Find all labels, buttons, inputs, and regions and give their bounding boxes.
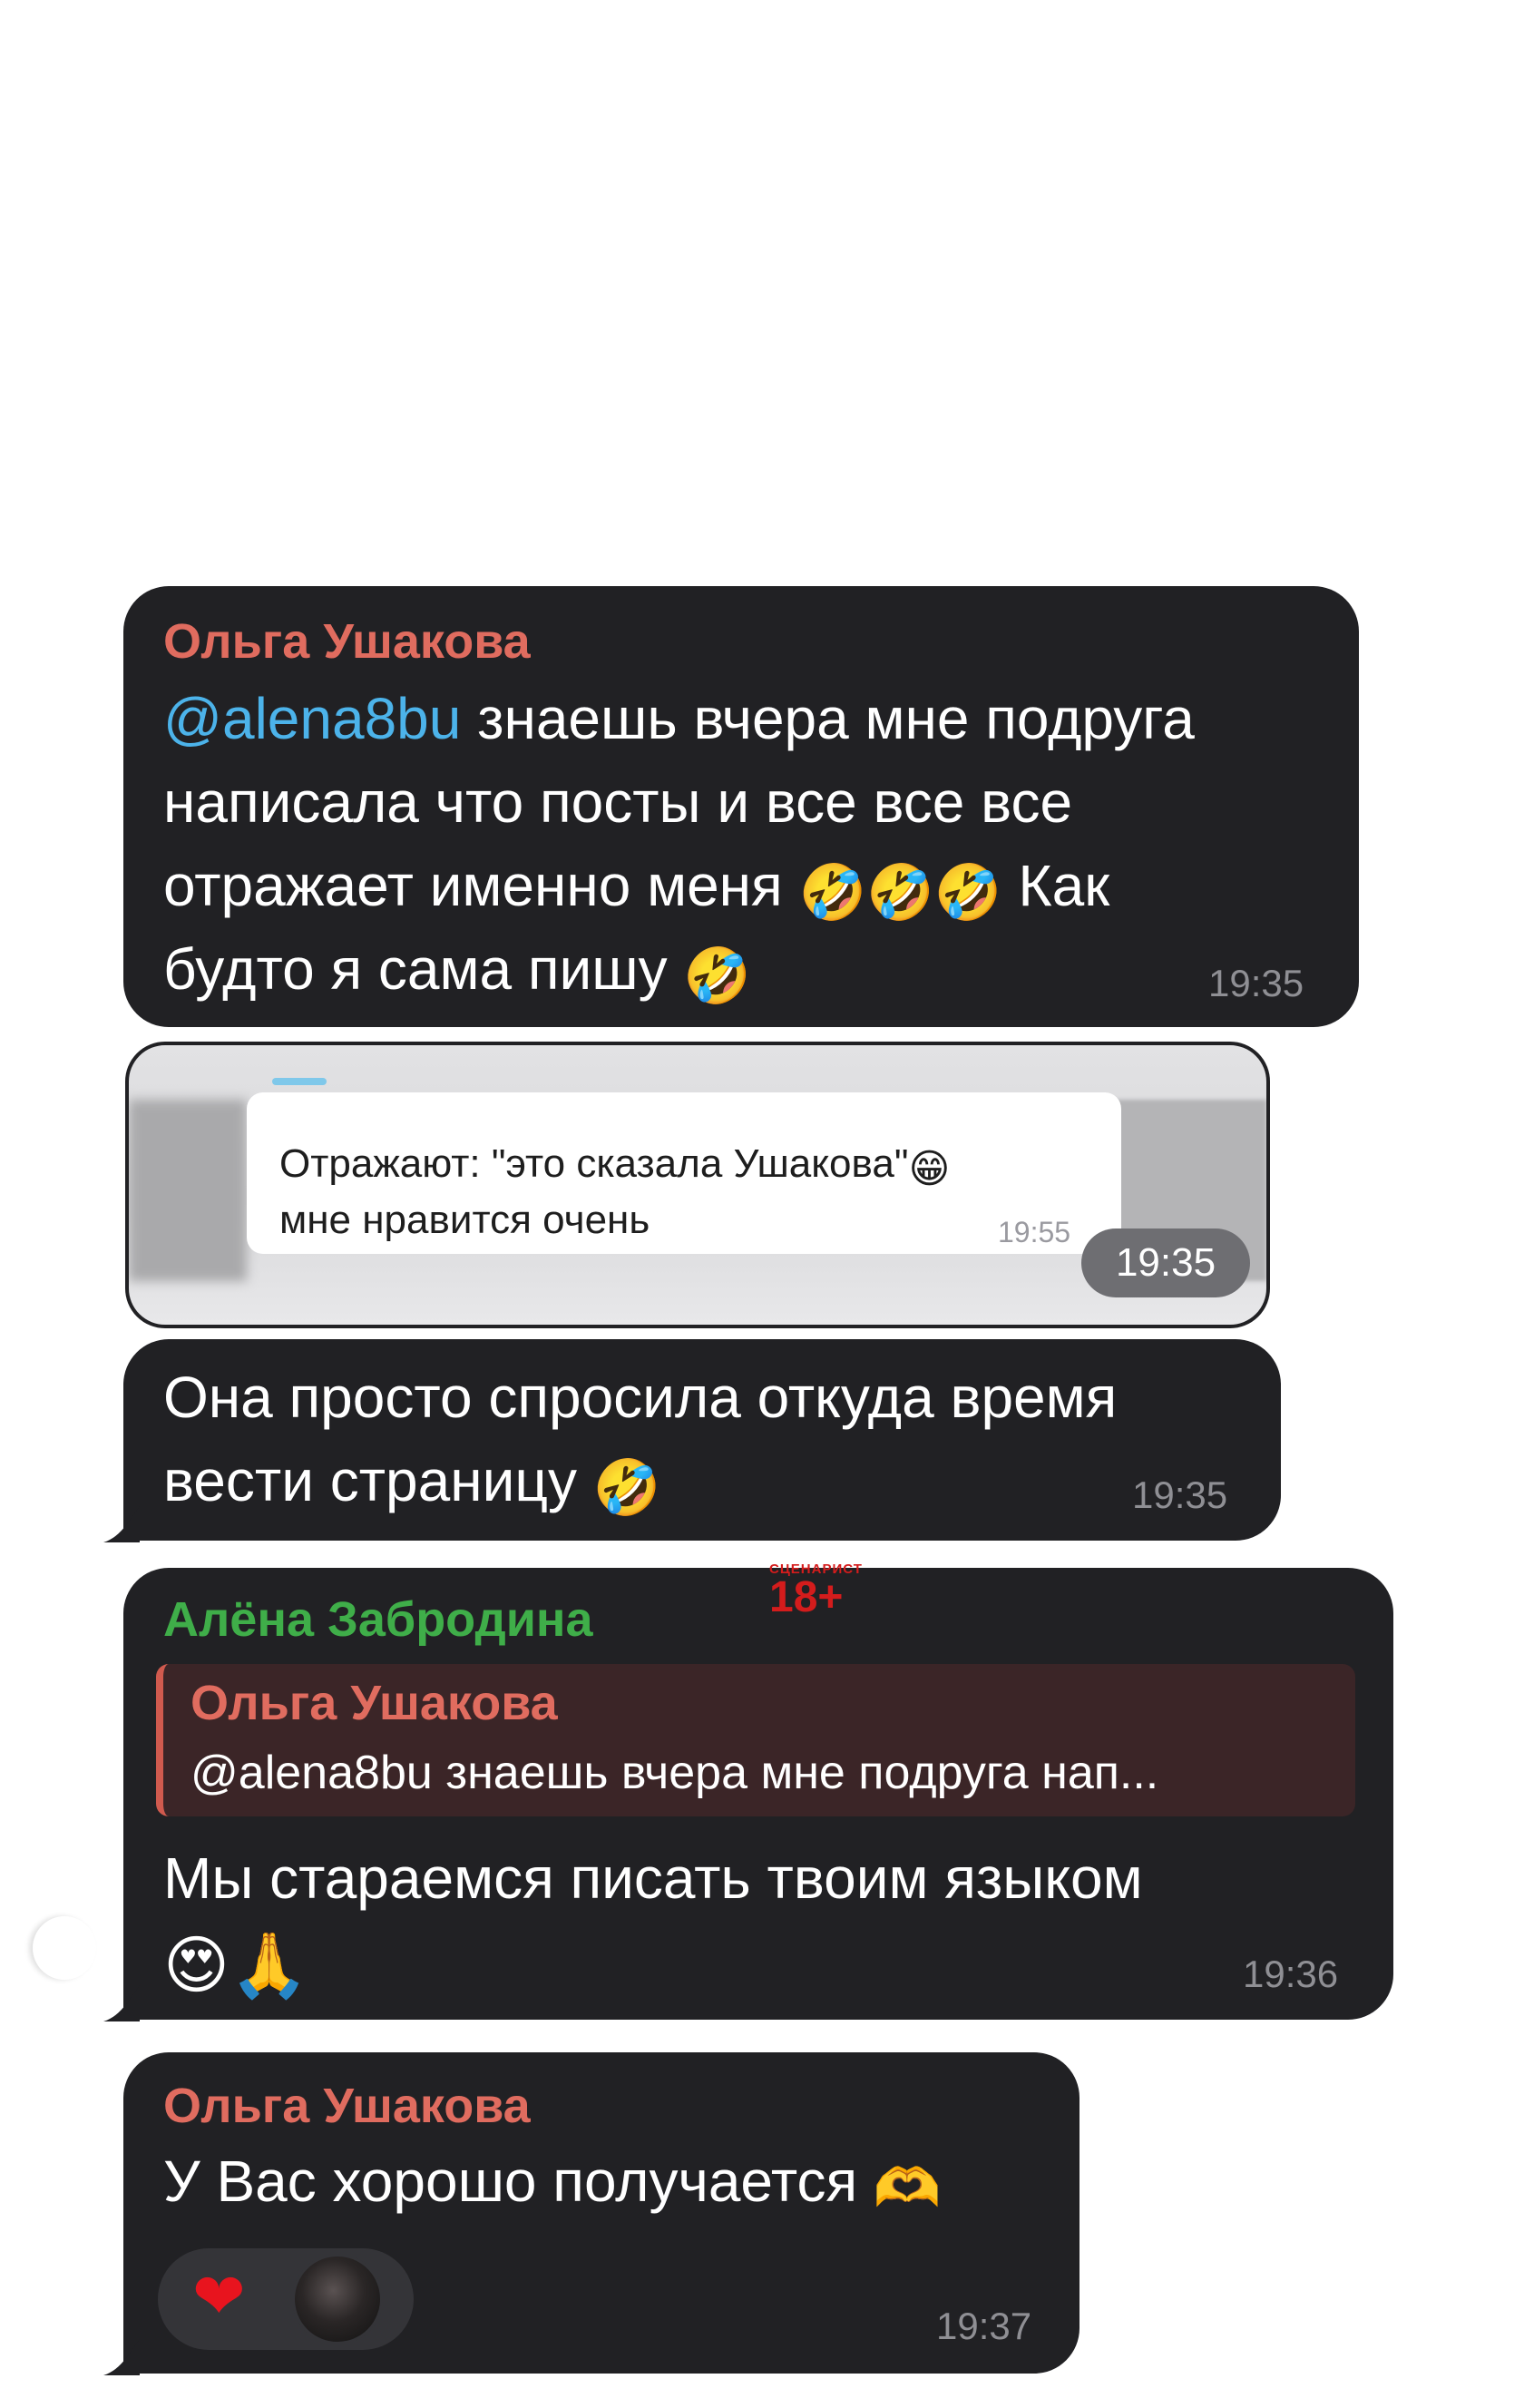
laugh-emoji-icon: 🤣: [592, 1457, 661, 1518]
heart-eyes-emoji-icon: 😍: [163, 1930, 230, 2001]
message-bubble-1[interactable]: Ольга Ушакова @alena8bu знаешь вчера мне…: [123, 586, 1359, 1027]
reactor-avatar: [292, 2254, 383, 2344]
folded-hands-emoji-icon: 🙏: [229, 1930, 309, 2001]
reply-sender: Ольга Ушакова: [190, 1676, 558, 1730]
blurred-background-left: [129, 1100, 247, 1281]
sender-name[interactable]: Алёна Забродина: [163, 1591, 593, 1648]
bubble-tail: [103, 1506, 140, 1542]
message-time: 19:37: [936, 2305, 1032, 2347]
red-heart-icon: ❤: [192, 2261, 246, 2332]
sender-name[interactable]: Ольга Ушакова: [163, 613, 531, 670]
laugh-emoji-icon: 🤣: [683, 945, 752, 1006]
message-text: Она просто спросила откуда время вести с…: [163, 1365, 1118, 1518]
message-bubble-3[interactable]: Она просто спросила откуда время вести с…: [103, 1339, 1281, 1542]
message-bubble-5[interactable]: Ольга Ушакова У Вас хорошо получается 🫶 …: [103, 2052, 1080, 2375]
message-text: У Вас хорошо получается 🫶: [163, 2149, 942, 2218]
reply-preview[interactable]: Ольга Ушакова @alena8bu знаешь вчера мне…: [156, 1664, 1355, 1816]
reaction-pill[interactable]: ❤: [158, 2248, 414, 2350]
message-text: Мы стараемся писать твоим языком 😍🙏: [163, 1845, 1143, 2001]
bubble-tail: [103, 2339, 140, 2375]
message-bubble-4[interactable]: Алёна Забродина СЦЕНАРИСТ 18+ Ольга Ушак…: [103, 1562, 1393, 2021]
message-time: 19:35: [1208, 962, 1304, 1004]
reply-accent-line: [272, 1078, 327, 1085]
message-time: 19:35: [1132, 1473, 1228, 1516]
laugh-emoji-icon: 🤣🤣🤣: [798, 862, 1002, 923]
message-time: 19:36: [1243, 1953, 1339, 1995]
avatar-edge: [33, 1916, 96, 1980]
message-text: @alena8bu знаешь вчера мне подруга напис…: [163, 686, 1195, 1006]
bubble-tail: [103, 1985, 140, 2021]
reply-text: @alena8bu знаешь вчера мне подруга нап..…: [190, 1747, 1159, 1799]
mention-link[interactable]: @alena8bu: [163, 686, 461, 751]
grin-emoji-icon: 😁: [908, 1147, 951, 1191]
heart-hands-emoji-icon: 🫶: [873, 2158, 942, 2218]
screenshot-inner-time: 19:55: [998, 1216, 1071, 1248]
screenshot-image-message[interactable]: Отражают: "это сказала Ушакова"😁 мне нра…: [125, 1042, 1270, 1328]
sender-name[interactable]: Ольга Ушакова: [163, 2078, 531, 2134]
image-time-badge: 19:35: [1081, 1228, 1250, 1297]
scenarist-18-badge: СЦЕНАРИСТ 18+: [769, 1561, 863, 1621]
screenshot-text: Отражают: "это сказала Ушакова"😁 мне нра…: [279, 1141, 951, 1242]
